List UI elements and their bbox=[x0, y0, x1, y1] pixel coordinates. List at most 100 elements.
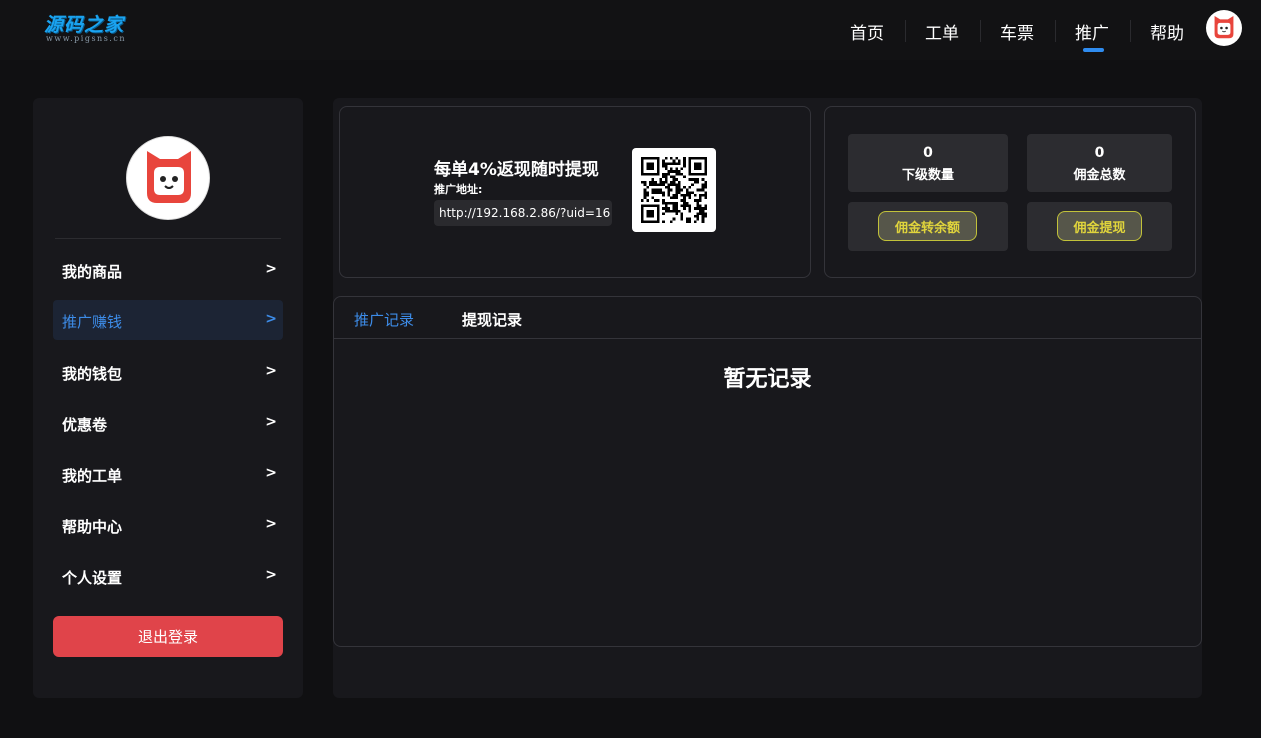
qr-module bbox=[693, 172, 697, 176]
qr-module bbox=[656, 157, 660, 160]
qr-module bbox=[654, 191, 657, 194]
qr-module bbox=[651, 172, 655, 176]
qr-module bbox=[691, 183, 694, 187]
qr-module bbox=[664, 207, 668, 210]
tab-divider bbox=[334, 338, 1201, 339]
stat-commission-total: 0 佣金总数 bbox=[1027, 134, 1172, 192]
promo-address-label: 推广地址: bbox=[434, 183, 483, 196]
qr-module bbox=[662, 180, 665, 184]
sidebar-item-help-center[interactable]: 帮助中心 > bbox=[53, 505, 283, 545]
qr-module bbox=[672, 159, 676, 163]
qr-module bbox=[672, 204, 676, 208]
qr-module bbox=[704, 159, 707, 163]
qr-module bbox=[699, 204, 702, 208]
qr-module bbox=[685, 188, 689, 192]
logo-subtext: www.pigsns.cn bbox=[46, 34, 126, 43]
qr-module bbox=[648, 183, 652, 187]
sidebar-item-label: 推广赚钱 bbox=[62, 313, 123, 331]
qr-module bbox=[685, 204, 689, 208]
qr-module bbox=[688, 167, 692, 171]
qr-module bbox=[641, 199, 644, 202]
nav-separator bbox=[1130, 20, 1131, 42]
nav-tickets-work[interactable]: 工单 bbox=[925, 19, 959, 44]
qr-module bbox=[648, 157, 652, 160]
tab-promotion-records[interactable]: 推广记录 bbox=[354, 309, 414, 330]
qr-module bbox=[704, 162, 707, 165]
qr-module bbox=[693, 207, 697, 210]
qr-module bbox=[675, 196, 678, 200]
sidebar-item-label: 帮助中心 bbox=[62, 518, 123, 536]
qr-module bbox=[683, 199, 686, 202]
sidebar-item-coupons[interactable]: 优惠卷 > bbox=[53, 403, 283, 443]
qr-module bbox=[691, 178, 694, 181]
qr-module bbox=[696, 180, 700, 184]
qr-module bbox=[651, 162, 655, 165]
logout-button[interactable]: 退出登录 bbox=[53, 616, 283, 657]
qr-module bbox=[648, 209, 652, 213]
nav-home[interactable]: 首页 bbox=[850, 19, 884, 44]
qr-module bbox=[664, 204, 668, 208]
qr-module bbox=[641, 159, 644, 163]
promo-url-field[interactable]: http://192.168.2.86/?uid=16 bbox=[434, 200, 612, 226]
nav-promote[interactable]: 推广 bbox=[1075, 19, 1109, 44]
qr-module bbox=[677, 180, 681, 184]
qr-module bbox=[675, 201, 678, 205]
chevron-right-icon: > bbox=[265, 516, 277, 532]
nav-help[interactable]: 帮助 bbox=[1150, 19, 1184, 44]
stat-subordinates: 0 下级数量 bbox=[848, 134, 1008, 192]
sidebar-item-my-wallet[interactable]: 我的钱包 > bbox=[53, 352, 283, 392]
sidebar-item-my-tickets[interactable]: 我的工单 > bbox=[53, 454, 283, 494]
qr-module bbox=[643, 188, 647, 192]
qr-module bbox=[643, 193, 647, 197]
qr-module bbox=[648, 167, 652, 171]
qr-module bbox=[688, 162, 692, 165]
qr-module bbox=[656, 183, 660, 187]
user-avatar[interactable] bbox=[1206, 10, 1242, 46]
logo-text: 源码之家 bbox=[44, 14, 125, 36]
qr-module bbox=[683, 162, 686, 165]
qr-module bbox=[667, 172, 671, 176]
qr-module bbox=[696, 212, 700, 216]
qr-module bbox=[667, 183, 671, 187]
qr-module bbox=[688, 157, 692, 160]
qr-module bbox=[672, 180, 676, 184]
qr-module bbox=[662, 183, 665, 187]
qr-module bbox=[646, 186, 649, 189]
qr-module bbox=[656, 215, 660, 218]
qr-module bbox=[696, 162, 700, 165]
qr-module bbox=[696, 215, 700, 218]
qr-module bbox=[699, 199, 702, 202]
qr-module bbox=[685, 201, 689, 205]
sidebar-item-settings[interactable]: 个人设置 > bbox=[53, 556, 283, 596]
site-logo[interactable]: 源码之家 www.pigsns.cn bbox=[44, 10, 168, 46]
qr-module bbox=[677, 162, 681, 165]
qr-module bbox=[675, 172, 678, 176]
qr-module bbox=[651, 196, 655, 200]
qr-module bbox=[651, 212, 655, 216]
qr-module bbox=[646, 193, 649, 197]
qr-module bbox=[699, 164, 702, 168]
nav-car-tickets[interactable]: 车票 bbox=[1000, 19, 1034, 44]
records-panel: 推广记录 提现记录 暂无记录 bbox=[333, 296, 1202, 647]
sidebar-item-promote-earn[interactable]: 推广赚钱 > bbox=[53, 300, 283, 340]
qr-module bbox=[693, 199, 697, 202]
qr-module bbox=[672, 162, 676, 165]
sidebar-divider bbox=[55, 238, 281, 239]
qr-module bbox=[696, 172, 700, 176]
qr-module bbox=[659, 180, 663, 184]
qr-module bbox=[704, 157, 707, 160]
qr-module bbox=[672, 209, 676, 213]
transfer-to-balance-button[interactable]: 佣金转余额 bbox=[878, 211, 977, 241]
qr-module bbox=[651, 164, 655, 168]
qr-module bbox=[675, 170, 678, 173]
cat-avatar-icon bbox=[1214, 16, 1234, 39]
tab-withdraw-records[interactable]: 提现记录 bbox=[462, 309, 522, 330]
sidebar-item-my-products[interactable]: 我的商品 > bbox=[53, 250, 283, 290]
qr-module bbox=[641, 170, 644, 173]
qr-module bbox=[646, 212, 649, 216]
qr-module bbox=[688, 204, 692, 208]
withdraw-commission-button[interactable]: 佣金提现 bbox=[1057, 211, 1142, 241]
qr-module bbox=[648, 212, 652, 216]
qr-module bbox=[656, 164, 660, 168]
qr-module bbox=[641, 164, 644, 168]
